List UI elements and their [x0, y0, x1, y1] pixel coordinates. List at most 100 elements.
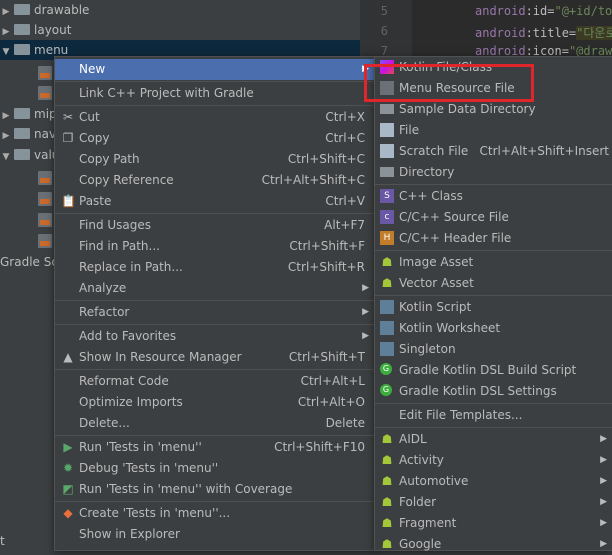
xml-file-icon[interactable] [38, 192, 52, 206]
menu-label: Run 'Tests in 'menu'' [79, 440, 202, 454]
tree-item-navigation[interactable]: ▶ nav [0, 124, 57, 146]
menu-label: Sample Data Directory [399, 102, 536, 116]
expand-arrow-icon[interactable]: ▶ [0, 106, 12, 126]
menu-label: Run 'Tests in 'menu'' with Coverage [79, 482, 293, 496]
menu-item-run-coverage[interactable]: ◩ Run 'Tests in 'menu'' with Coverage [55, 479, 375, 500]
tree-item-drawable[interactable]: ▶ drawable [0, 0, 90, 22]
run-icon: ▶ [63, 440, 73, 454]
menu-item-new[interactable]: New ▶ [55, 59, 375, 80]
collapse-arrow-icon[interactable]: ▼ [0, 42, 12, 62]
submenu-item-folder[interactable]: ☗ Folder ▶ [375, 492, 612, 513]
menu-item-replace-in-path[interactable]: Replace in Path... Ctrl+Shift+R [55, 257, 375, 278]
submenu-arrow-icon: ▶ [600, 518, 607, 528]
menu-item-copy-path[interactable]: Copy Path Ctrl+Shift+C [55, 149, 375, 170]
submenu-item-image-asset[interactable]: ☗ Image Asset [375, 252, 612, 273]
menu-label: C/C++ Source File [399, 210, 509, 224]
submenu-arrow-icon: ▶ [362, 283, 369, 293]
submenu-item-singleton[interactable]: Singleton [375, 339, 612, 360]
context-menu: New ▶ Link C++ Project with Gradle ✂ Cut Ct… [54, 56, 376, 551]
submenu-item-directory[interactable]: Directory [375, 162, 612, 183]
divider [55, 369, 375, 370]
menu-label: Edit File Templates... [399, 408, 523, 422]
expand-arrow-icon[interactable]: ▶ [0, 2, 12, 22]
submenu-item-google[interactable]: ☗ Google ▶ [375, 534, 612, 555]
submenu-item-activity[interactable]: ☗ Activity ▶ [375, 450, 612, 471]
menu-item-show-in-explorer[interactable]: Show in Explorer [55, 524, 375, 545]
menu-label: File [399, 123, 420, 137]
shortcut: Ctrl+V [325, 194, 365, 208]
submenu-item-gradle-build-script[interactable]: G Gradle Kotlin DSL Build Script [375, 360, 612, 381]
submenu-arrow-icon: ▶ [362, 307, 369, 317]
menu-item-copy[interactable]: ❐ Copy Ctrl+C [55, 128, 375, 149]
menu-item-reformat-code[interactable]: Reformat Code Ctrl+Alt+L [55, 371, 375, 392]
menu-item-create-tests[interactable]: ◆ Create 'Tests in 'menu''... [55, 503, 375, 524]
submenu-item-scratch-file[interactable]: Scratch File Ctrl+Alt+Shift+Insert [375, 141, 612, 162]
menu-label: Add to Favorites [79, 329, 177, 343]
menu-item-run-tests[interactable]: ▶ Run 'Tests in 'menu'' Ctrl+Shift+F10 [55, 437, 375, 458]
menu-item-link-cpp[interactable]: Link C++ Project with Gradle [55, 83, 375, 104]
menu-label: Gradle Kotlin DSL Settings [399, 384, 557, 398]
tree-item-values[interactable]: ▼ valu [0, 145, 60, 167]
xml-file-icon[interactable] [38, 234, 52, 248]
menu-item-find-usages[interactable]: Find Usages Alt+F7 [55, 215, 375, 236]
menu-item-paste[interactable]: 📋 Paste Ctrl+V [55, 191, 375, 212]
menu-label: Optimize Imports [79, 395, 183, 409]
submenu-item-vector-asset[interactable]: ☗ Vector Asset [375, 273, 612, 294]
submenu-arrow-icon: ▶ [600, 539, 607, 549]
android-icon: ☗ [381, 453, 393, 467]
xml-file-icon[interactable] [38, 86, 52, 100]
submenu-arrow-icon: ▶ [362, 331, 369, 341]
menu-label: Copy [79, 131, 110, 145]
android-icon: ☗ [381, 474, 393, 488]
xml-file-icon[interactable] [38, 66, 52, 80]
menu-item-find-in-path[interactable]: Find in Path... Ctrl+Shift+F [55, 236, 375, 257]
string-value: "@+id/toc [554, 4, 612, 18]
menu-label: Copy Reference [79, 173, 174, 187]
menu-item-refactor[interactable]: Refactor ▶ [55, 302, 375, 323]
android-icon: ☗ [381, 495, 393, 509]
expand-arrow-icon[interactable]: ▶ [0, 22, 12, 42]
submenu-item-aidl[interactable]: ☗ AIDL ▶ [375, 429, 612, 450]
file-icon [380, 123, 394, 137]
tree-item-layout[interactable]: ▶ layout [0, 20, 72, 42]
submenu-item-file[interactable]: File [375, 120, 612, 141]
submenu-item-automotive[interactable]: ☗ Automotive ▶ [375, 471, 612, 492]
menu-item-show-resource-manager[interactable]: ▲ Show In Resource Manager Ctrl+Shift+T [55, 347, 375, 368]
xml-file-icon[interactable] [38, 171, 52, 185]
xml-file-icon[interactable] [38, 213, 52, 227]
submenu-item-cpp-header[interactable]: H C/C++ Header File [375, 228, 612, 249]
menu-label: AIDL [399, 432, 427, 446]
android-icon: ☗ [381, 276, 393, 290]
menu-label: Activity [399, 453, 444, 467]
tree-item-mipmap[interactable]: ▶ mip [0, 104, 57, 124]
code-line[interactable]: android:id="@+id/toc [475, 4, 612, 18]
submenu-item-gradle-settings[interactable]: G Gradle Kotlin DSL Settings [375, 381, 612, 402]
tree-item-label: menu [34, 43, 69, 57]
menu-label: Debug 'Tests in 'menu'' [79, 461, 219, 475]
submenu-item-fragment[interactable]: ☗ Fragment ▶ [375, 513, 612, 534]
android-icon: ☗ [381, 516, 393, 530]
menu-item-add-favorites[interactable]: Add to Favorites ▶ [55, 326, 375, 347]
menu-item-copy-reference[interactable]: Copy Reference Ctrl+Alt+Shift+C [55, 170, 375, 191]
menu-label: C++ Class [399, 189, 463, 203]
submenu-item-cpp-class[interactable]: S C++ Class [375, 186, 612, 207]
shortcut: Ctrl+Alt+Shift+C [261, 173, 365, 187]
submenu-item-kotlin-worksheet[interactable]: Kotlin Worksheet [375, 318, 612, 339]
submenu-item-edit-file-templates[interactable]: Edit File Templates... [375, 405, 612, 426]
menu-item-debug-tests[interactable]: ✹ Debug 'Tests in 'menu'' [55, 458, 375, 479]
menu-item-analyze[interactable]: Analyze ▶ [55, 278, 375, 299]
expand-arrow-icon[interactable]: ▶ [0, 126, 12, 146]
submenu-item-kotlin-script[interactable]: Kotlin Script [375, 297, 612, 318]
menu-item-delete[interactable]: Delete... Delete [55, 413, 375, 434]
submenu-item-sample-data-directory[interactable]: Sample Data Directory [375, 99, 612, 120]
submenu-item-cpp-source[interactable]: c C/C++ Source File [375, 207, 612, 228]
kotlin-script-icon [380, 300, 394, 314]
collapse-arrow-icon[interactable]: ▼ [0, 147, 12, 167]
cpp-class-icon: S [380, 189, 394, 203]
menu-label: Kotlin Script [399, 300, 472, 314]
code-line[interactable]: android:title="다운로 [475, 24, 612, 41]
menu-item-optimize-imports[interactable]: Optimize Imports Ctrl+Alt+O [55, 392, 375, 413]
menu-item-cut[interactable]: ✂ Cut Ctrl+X [55, 107, 375, 128]
shortcut: Ctrl+Shift+R [287, 260, 365, 274]
divider [55, 324, 375, 325]
